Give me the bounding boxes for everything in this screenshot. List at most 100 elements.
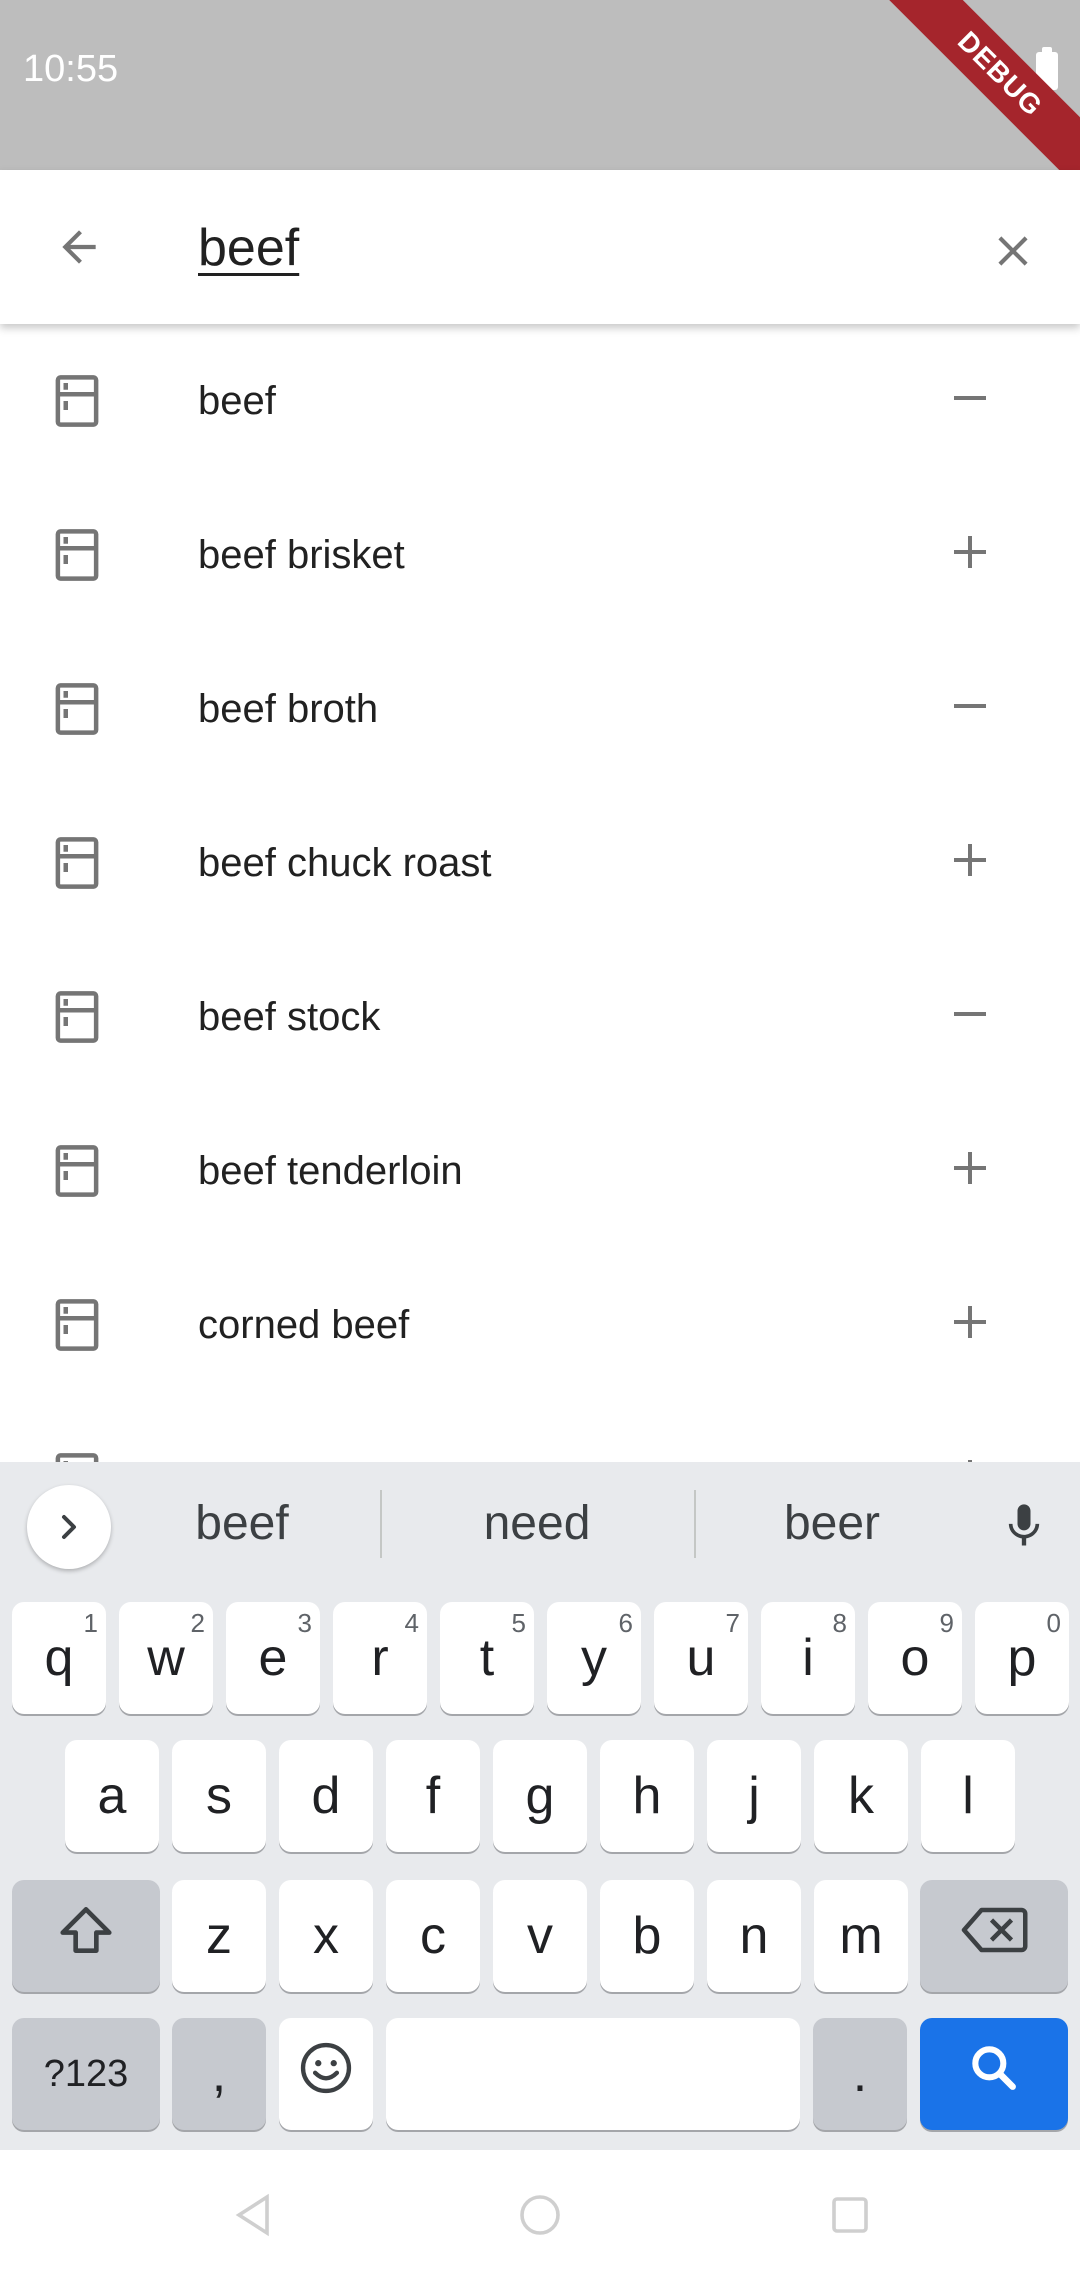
key-g[interactable]: g [493,1740,587,1852]
period-key[interactable]: . [813,2018,907,2130]
add-button[interactable] [930,1438,1010,1462]
clear-search-button[interactable] [968,206,1058,296]
key-q-hint: 1 [83,1608,98,1638]
remove-button[interactable] [930,668,1010,748]
key-t[interactable]: t5 [440,1602,534,1714]
add-button[interactable] [930,514,1010,594]
arrow-back-icon [62,230,96,264]
fridge-icon [54,528,100,582]
result-label: beef chuck roast [198,841,492,885]
space-key[interactable] [386,2018,800,2130]
key-o[interactable]: o9 [868,1602,962,1714]
key-f-label: f [425,1767,441,1825]
comma-key[interactable]: , [172,2018,266,2130]
key-w[interactable]: w2 [119,1602,213,1714]
result-row[interactable]: beef [0,324,1080,478]
suggestion-divider [694,1490,696,1558]
key-h[interactable]: h [600,1740,694,1852]
add-button[interactable] [930,822,1010,902]
triangle-back-icon [235,2193,269,2237]
key-z[interactable]: z [172,1880,266,1992]
nav-home-button[interactable] [505,2180,575,2250]
key-t-hint: 5 [511,1608,526,1638]
key-l[interactable]: l [921,1740,1015,1852]
search-app-bar [0,170,1080,324]
key-a[interactable]: a [65,1740,159,1852]
add-button[interactable] [930,1130,1010,1210]
key-b-label: b [632,1907,662,1965]
suggestion-3[interactable]: beer [707,1490,957,1558]
backspace-key[interactable] [920,1880,1068,1992]
symbols-key[interactable]: ?123 [12,2018,160,2130]
search-input[interactable] [198,206,938,290]
key-r[interactable]: r4 [333,1602,427,1714]
plus-icon [946,836,994,889]
key-h-label: h [632,1767,662,1825]
key-e[interactable]: e3 [226,1602,320,1714]
key-k[interactable]: k [814,1740,908,1852]
key-b[interactable]: b [600,1880,694,1992]
screen: 10:55 DEBUG beefbeef brisketbeef brothbe… [0,0,1080,2280]
back-button[interactable] [34,202,124,292]
key-v[interactable]: v [493,1880,587,1992]
key-s[interactable]: s [172,1740,266,1852]
fridge-icon [54,1452,100,1462]
result-row[interactable]: beef brisket [0,478,1080,632]
key-l-label: l [962,1767,974,1825]
search-action-key[interactable] [920,2018,1068,2130]
voice-input-button[interactable] [984,1486,1064,1566]
result-row[interactable]: beef tenderloin [0,1094,1080,1248]
key-i-hint: 8 [832,1608,847,1638]
result-row[interactable]: beef chuck roast [0,786,1080,940]
key-x-label: x [313,1907,339,1965]
key-p-hint: 0 [1046,1608,1061,1638]
key-r-hint: 4 [404,1608,419,1638]
key-q[interactable]: q1 [12,1602,106,1714]
key-d[interactable]: d [279,1740,373,1852]
minus-icon [946,682,994,735]
remove-button[interactable] [930,360,1010,440]
nav-recents-button[interactable] [815,2180,885,2250]
result-row[interactable]: beef broth [0,632,1080,786]
key-f[interactable]: f [386,1740,480,1852]
key-e-hint: 3 [297,1608,312,1638]
key-c[interactable]: c [386,1880,480,1992]
key-i[interactable]: i8 [761,1602,855,1714]
key-u[interactable]: u7 [654,1602,748,1714]
square-recents-icon [832,2197,868,2233]
key-w-label: w [147,1629,185,1687]
key-k-label: k [848,1767,874,1825]
remove-button[interactable] [930,976,1010,1056]
plus-icon [946,1298,994,1351]
expand-suggestions-button[interactable] [27,1485,111,1569]
result-row[interactable]: beef stock [0,940,1080,1094]
result-label: beef stock [198,995,381,1039]
minus-icon [946,990,994,1043]
key-s-label: s [206,1767,232,1825]
status-time: 10:55 [23,48,119,90]
key-p[interactable]: p0 [975,1602,1069,1714]
key-m-label: m [839,1907,883,1965]
result-label: corned beef [198,1303,410,1347]
key-x[interactable]: x [279,1880,373,1992]
plus-icon [946,1452,994,1462]
result-row[interactable] [0,1402,1080,1462]
shift-key[interactable] [12,1880,160,1992]
comma-key-label: , [211,2045,227,2103]
key-y-label: y [581,1629,607,1687]
key-y[interactable]: y6 [547,1602,641,1714]
key-z-label: z [206,1907,232,1965]
key-j[interactable]: j [707,1740,801,1852]
suggestion-2[interactable]: need [412,1490,662,1558]
key-m[interactable]: m [814,1880,908,1992]
result-row[interactable]: corned beef [0,1248,1080,1402]
add-button[interactable] [930,1284,1010,1364]
key-n[interactable]: n [707,1880,801,1992]
result-label: beef [198,379,276,423]
suggestion-1[interactable]: beef [117,1490,367,1558]
nav-back-button[interactable] [218,2180,288,2250]
emoji-key[interactable] [279,2018,373,2130]
circle-home-icon [520,2195,560,2235]
key-u-hint: 7 [725,1608,740,1638]
key-g-label: g [525,1767,555,1825]
